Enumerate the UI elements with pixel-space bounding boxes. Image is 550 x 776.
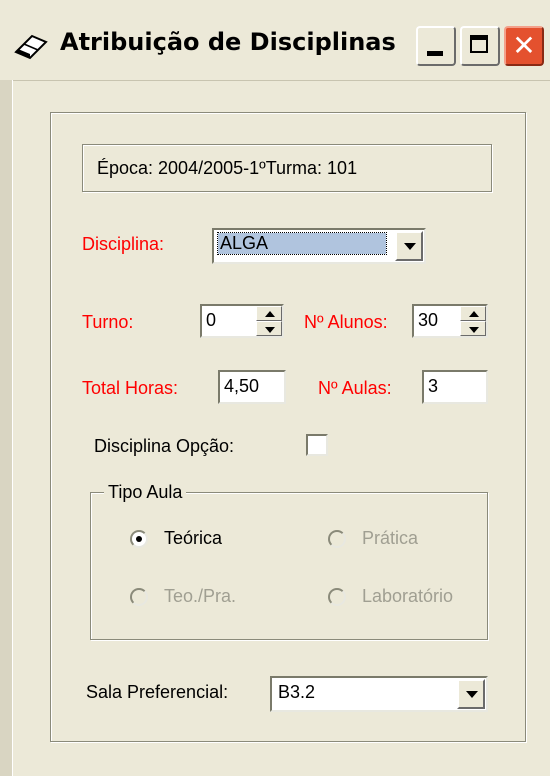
radio-teo-pra[interactable] [130,588,148,606]
radio-selected-dot [136,536,142,542]
tipo-aula-group [90,492,488,640]
radio-laboratorio[interactable] [328,588,346,606]
num-aulas-input[interactable]: 3 [422,370,488,404]
minimize-button[interactable] [416,26,456,66]
turno-decrement-button[interactable] [256,321,282,336]
form-panel [50,112,526,742]
sala-preferencial-value: B3.2 [278,682,316,702]
radio-teorica[interactable] [130,530,148,548]
arrow-down-icon [469,327,479,333]
close-icon: ✕ [512,29,536,62]
sala-preferencial-dropdown-button[interactable] [457,679,485,709]
minimize-icon [427,51,443,56]
turno-label: Turno: [82,312,134,332]
disciplina-label: Disciplina: [82,234,165,254]
disciplina-value: ALGA [217,232,387,255]
radio-laboratorio-label[interactable]: Laboratório [362,586,453,607]
radio-pratica[interactable] [328,530,346,548]
num-aulas-label: Nº Aulas: [318,378,392,398]
num-alunos-decrement-button[interactable] [460,321,486,336]
sala-preferencial-label: Sala Preferencial: [86,682,229,702]
disciplina-dropdown-button[interactable] [395,231,423,261]
chevron-down-icon [466,691,478,698]
turno-value: 0 [206,310,217,330]
window-title: Atribuição de Disciplinas [60,28,396,56]
num-alunos-label: Nº Alunos: [304,312,388,332]
arrow-up-icon [469,311,479,317]
period-class-info: Época: 2004/2005-1ºTurma: 101 [82,144,492,192]
arrow-up-icon [265,311,275,317]
num-alunos-spinner[interactable]: 30 [412,304,488,338]
radio-teorica-label[interactable]: Teórica [164,528,222,549]
chevron-down-icon [404,243,416,250]
maximize-icon [470,35,488,53]
total-horas-label: Total Horas: [82,378,179,398]
total-horas-value: 4,50 [224,376,260,396]
title-bar[interactable]: Atribuição de Disciplinas ✕ [0,0,550,81]
window-left-border [0,80,13,776]
close-button[interactable]: ✕ [504,26,544,66]
tipo-aula-title: Tipo Aula [104,482,187,503]
disciplina-select[interactable]: ALGA [212,228,426,264]
radio-teo-pra-label[interactable]: Teo./Pra. [164,586,236,607]
num-aulas-value: 3 [428,376,439,396]
num-alunos-increment-button[interactable] [460,306,486,321]
dialog-window: Atribuição de Disciplinas ✕ Época: 2004/… [0,0,550,776]
eraser-icon [14,34,48,60]
sala-preferencial-select[interactable]: B3.2 [270,676,488,712]
turno-spinner[interactable]: 0 [200,304,284,338]
num-alunos-value: 30 [418,310,439,330]
maximize-button[interactable] [460,26,500,66]
total-horas-input[interactable]: 4,50 [218,370,286,404]
radio-pratica-label[interactable]: Prática [362,528,418,549]
turno-increment-button[interactable] [256,306,282,321]
arrow-down-icon [265,327,275,333]
disciplina-opcao-checkbox[interactable] [306,434,328,456]
disciplina-opcao-label: Disciplina Opção: [94,436,235,456]
